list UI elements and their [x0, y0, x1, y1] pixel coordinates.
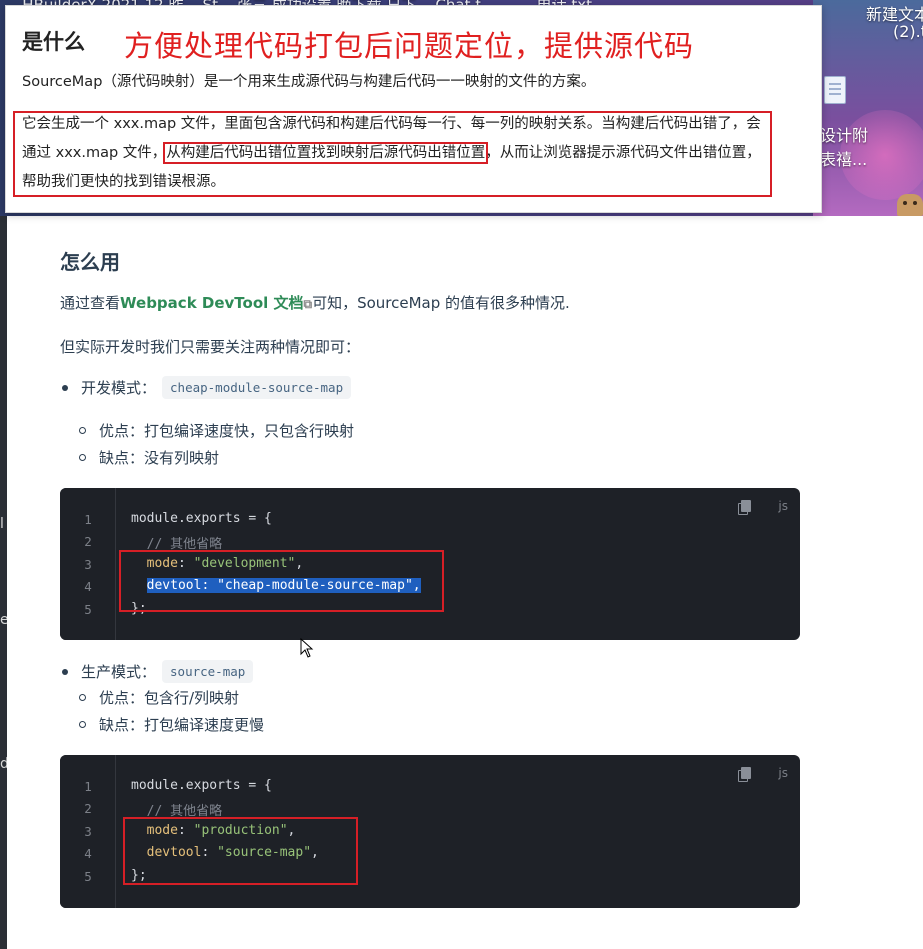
highlighted-text: 从构建后代码出错位置找到映射后源代码出错位置: [163, 142, 489, 164]
line-number: 4: [84, 579, 92, 594]
copy-icon[interactable]: [738, 500, 751, 515]
annotation-note: 方便处理代码打包后问题定位，提供源代码: [124, 29, 695, 63]
inline-code-dev: cheap-module-source-map: [162, 376, 352, 399]
prod-con-text: 缺点：打包编译速度更慢: [99, 716, 265, 734]
line-number: 3: [84, 824, 92, 839]
line-number: 3: [84, 557, 92, 572]
code-line-devtool[interactable]: devtool: "cheap-module-source-map",: [131, 578, 421, 593]
list-item-prod-mode: 生产模式： source-map: [62, 660, 254, 683]
desktop-file-label-3[interactable]: 设计附: [820, 122, 868, 146]
code-line[interactable]: module.exports = {: [131, 511, 272, 526]
prod-mode-label: 生产模式：: [81, 663, 157, 681]
paragraph-reference: 通过查看Webpack DevTool 文档⧉可知，SourceMap 的值有很…: [60, 292, 570, 313]
line-number: 5: [84, 869, 92, 884]
bullet-circle: [79, 427, 86, 434]
section-title: 怎么用: [60, 250, 120, 274]
dev-con-text: 缺点：没有列映射: [99, 449, 220, 467]
list-item-dev-con: 缺点：没有列映射: [79, 447, 219, 468]
mouse-cursor-icon: [300, 638, 314, 658]
line-number: 2: [84, 534, 92, 549]
line-number: 2: [84, 801, 92, 816]
desktop-file-label-4[interactable]: 表禧...: [820, 146, 867, 170]
language-tag: js: [778, 499, 788, 513]
line-number: 4: [84, 846, 92, 861]
code-line[interactable]: };: [131, 601, 147, 616]
doc-page: 怎么用 通过查看Webpack DevTool 文档⧉可知，SourceMap …: [7, 216, 923, 949]
code-block-prod: 1 2 3 4 5 module.exports = { // 其他省略 mod…: [60, 755, 800, 908]
selected-text[interactable]: devtool: "cheap-module-source-map",: [146, 578, 421, 593]
webpack-devtool-link[interactable]: Webpack DevTool 文档⧉: [120, 294, 312, 312]
paragraph-note: 但实际开发时我们只需要关注两种情况即可：: [60, 338, 361, 356]
language-tag: js: [778, 766, 788, 780]
bullet-circle: [79, 721, 86, 728]
list-item-dev-mode: 开发模式： cheap-module-source-map: [62, 376, 352, 399]
desktop-file-icon[interactable]: [824, 76, 846, 104]
popup-intro: SourceMap（源代码映射）是一个用来生成源代码与构建后代码一一映射的文件的…: [22, 74, 596, 90]
code-line-comment[interactable]: // 其他省略: [131, 533, 223, 552]
list-item-dev-pro: 优点：打包编译速度快，只包含行映射: [79, 420, 354, 441]
line-number: 1: [84, 779, 92, 794]
popup-description: 它会生成一个 xxx.map 文件，里面包含源代码和构建后代码每一行、每一列的映…: [22, 110, 772, 197]
dev-mode-label: 开发模式：: [81, 379, 157, 397]
desktop-file-label-2[interactable]: (2).t: [893, 22, 923, 41]
para-text: 可知，SourceMap 的值有很多种情况.: [312, 294, 570, 312]
code-line-comment[interactable]: // 其他省略: [131, 800, 223, 819]
bullet-dot: [62, 668, 68, 675]
list-item-prod-pro: 优点：包含行/列映射: [79, 687, 239, 708]
copy-icon[interactable]: [738, 767, 751, 782]
bullet-circle: [79, 694, 86, 701]
desktop-avatar-icon[interactable]: [897, 194, 923, 216]
prod-pro-text: 优点：包含行/列映射: [99, 689, 240, 707]
edge-fragment: l: [0, 516, 4, 532]
dev-pro-text: 优点：打包编译速度快，只包含行映射: [99, 422, 355, 440]
popup-heading: 是什么: [22, 30, 85, 54]
code-line-devtool[interactable]: devtool: "source-map",: [131, 845, 319, 860]
code-block-dev: 1 2 3 4 5 module.exports = { // 其他省略 mod…: [60, 488, 800, 640]
sourcemap-explanation-popup: 是什么 方便处理代码打包后问题定位，提供源代码 SourceMap（源代码映射）…: [5, 5, 822, 213]
line-number: 5: [84, 602, 92, 617]
code-line[interactable]: module.exports = {: [131, 778, 272, 793]
code-line[interactable]: };: [131, 868, 147, 883]
bullet-dot: [62, 384, 68, 391]
list-item-prod-con: 缺点：打包编译速度更慢: [79, 714, 264, 735]
code-line-mode[interactable]: mode: "development",: [131, 556, 304, 571]
bullet-circle: [79, 454, 86, 461]
para-text: 通过查看: [60, 294, 121, 312]
inline-code-prod: source-map: [162, 660, 254, 683]
external-link-icon: ⧉: [303, 297, 313, 311]
code-line-mode[interactable]: mode: "production",: [131, 823, 296, 838]
line-number: 1: [84, 512, 92, 527]
